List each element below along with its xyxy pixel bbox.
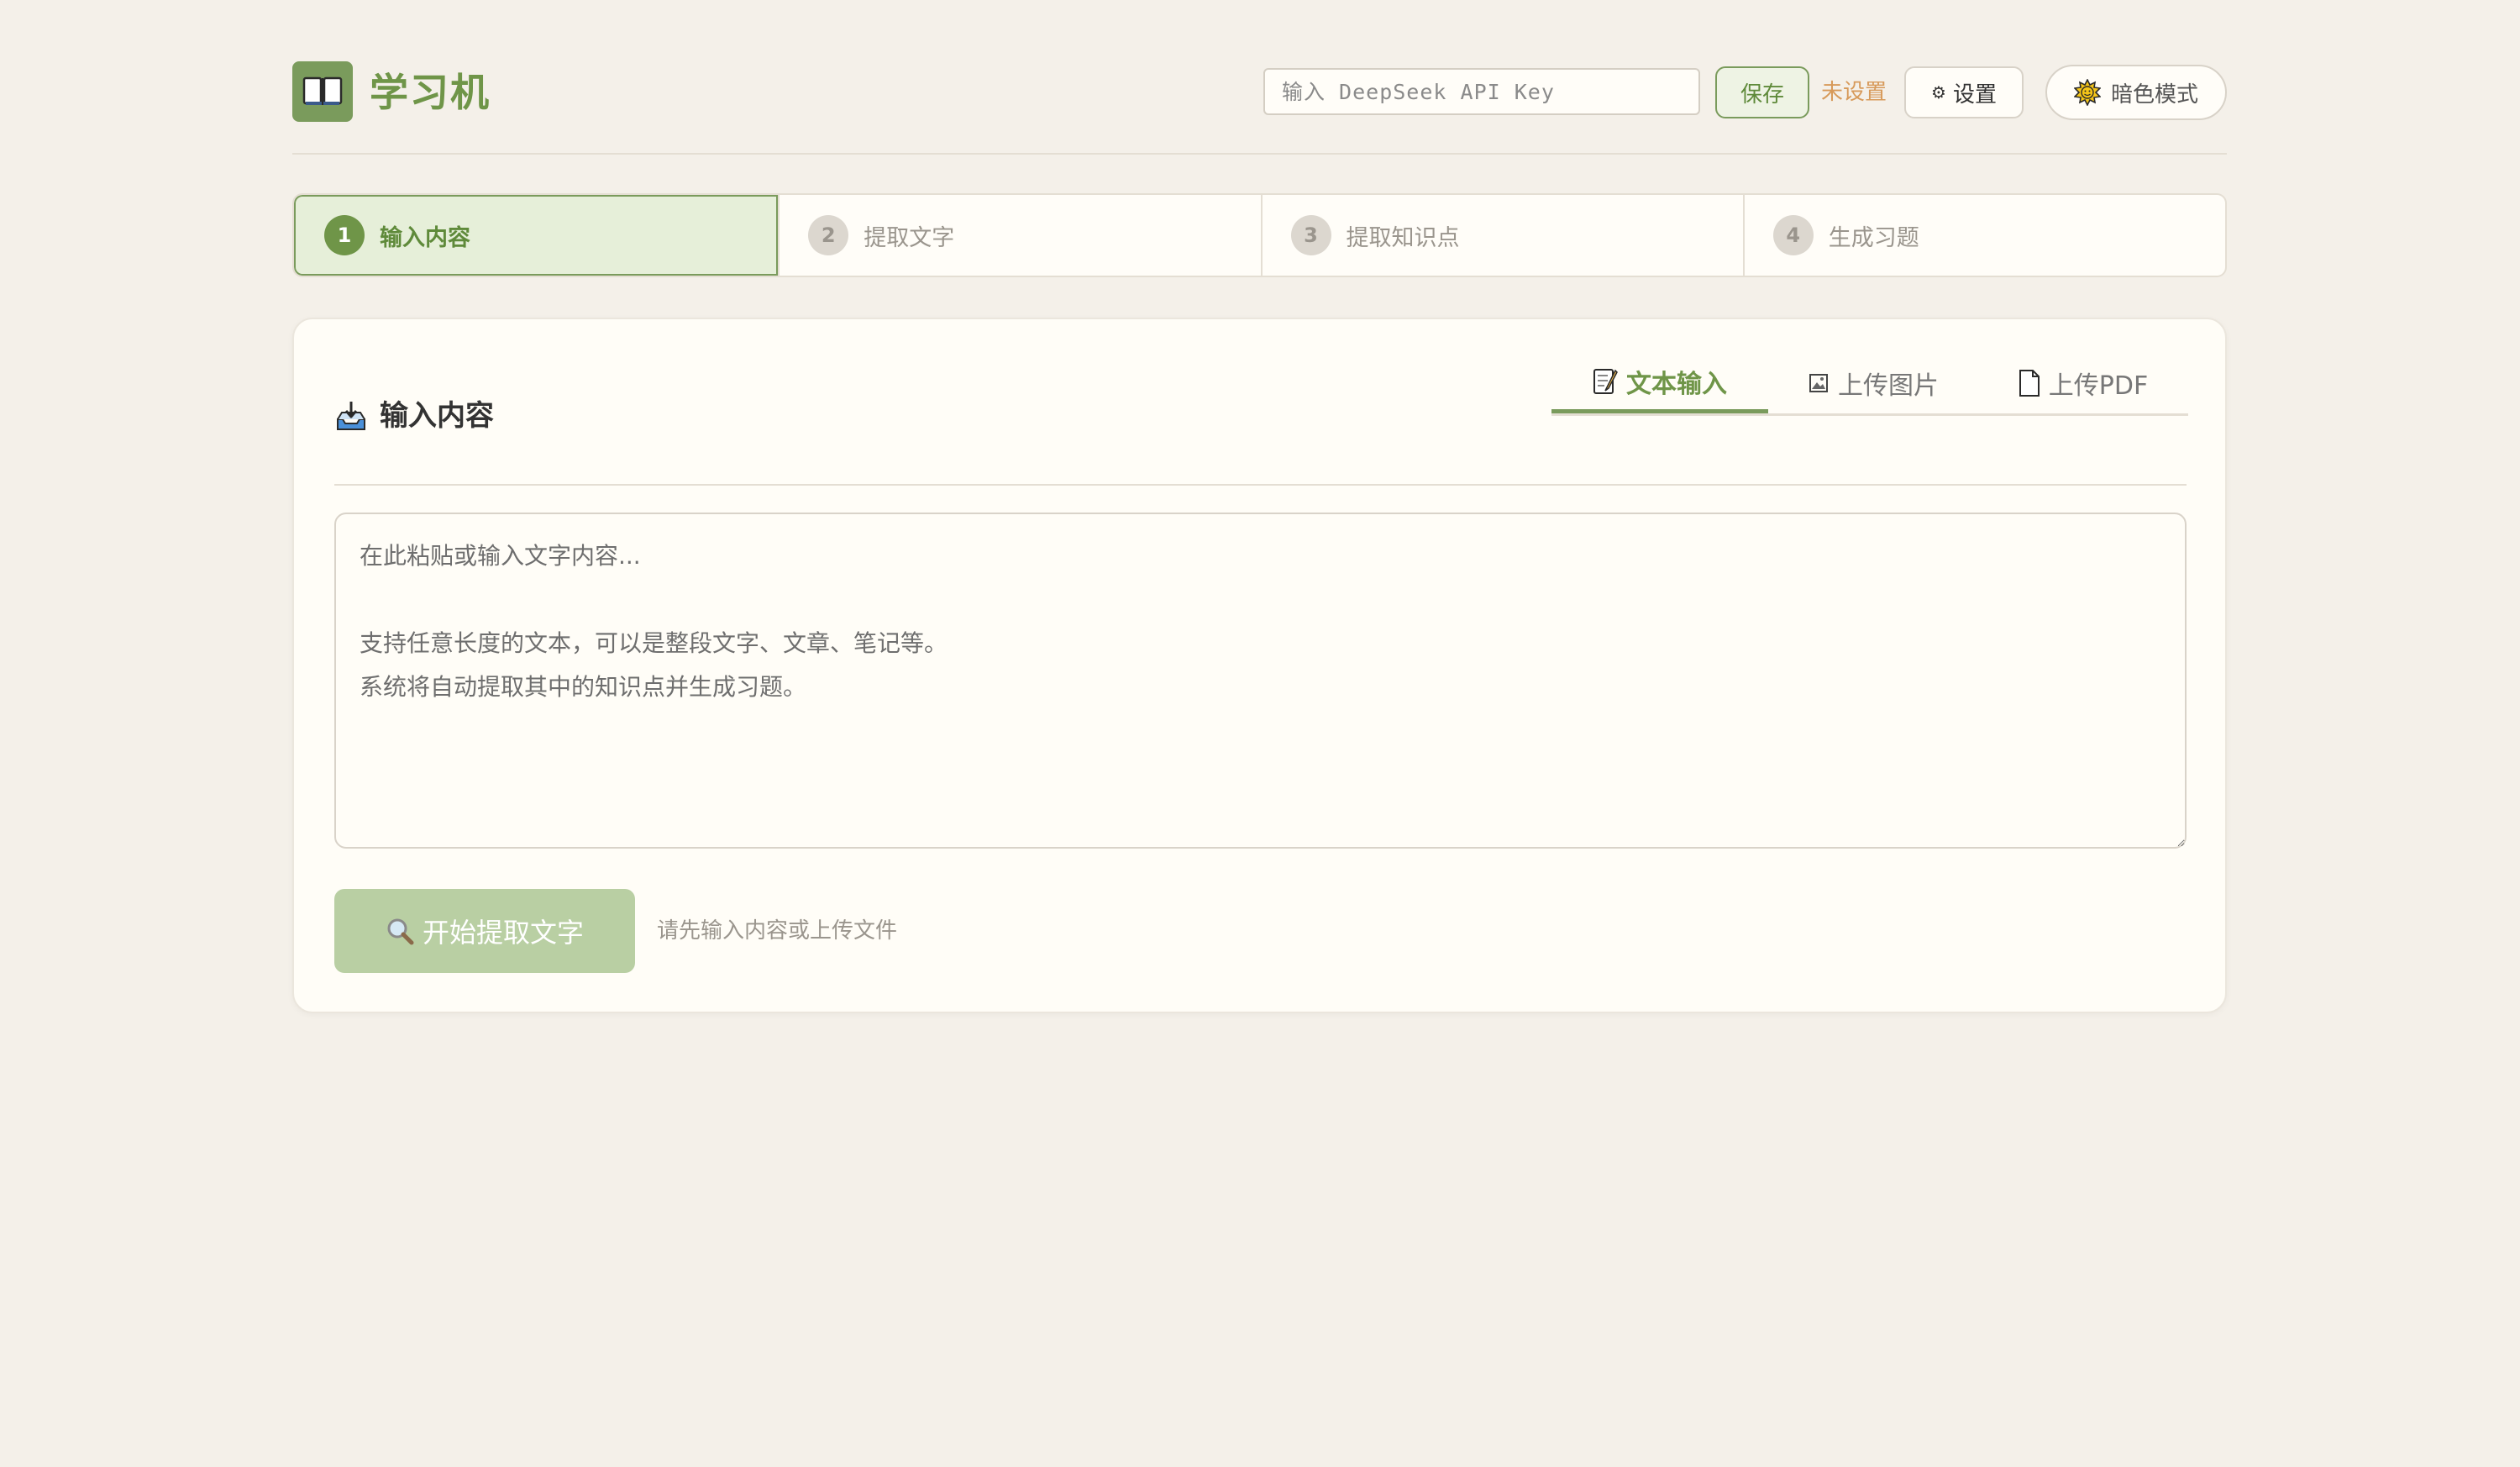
save-button[interactable]: 保存 [1715,66,1809,118]
input-card: 输入内容 文本输入 上传图片 上传PDF 在此粘贴或输入文字内容... 支持任意… [292,318,2227,1013]
logo [292,61,353,122]
document-icon [2019,370,2040,397]
tab-text-input[interactable]: 文本输入 [1551,353,1768,413]
api-key-input[interactable] [1263,68,1700,115]
tab-label: 上传PDF [2048,371,2149,401]
step-number: 2 [808,215,849,255]
magnifier-icon [387,918,414,945]
dark-mode-label: 暗色模式 [2110,82,2198,108]
step-number: 3 [1290,215,1331,255]
step-label: 生成习题 [1828,224,1919,251]
step-generate-exercises[interactable]: 4 生成习题 [1742,195,2225,276]
tab-upload-image[interactable]: 上传图片 [1768,353,1978,413]
content-textarea[interactable] [334,513,2187,849]
card-title-text: 输入内容 [380,399,494,433]
step-extract-text[interactable]: 2 提取文字 [778,195,1260,276]
hint-text: 请先输入内容或上传文件 [657,918,898,944]
sun-icon [2073,79,2101,106]
step-label: 提取知识点 [1346,224,1460,251]
divider [334,484,2187,486]
gear-icon: ⚙ [1931,82,1946,103]
step-label: 输入内容 [380,224,470,251]
step-input-content[interactable]: 1 输入内容 [294,195,779,276]
start-extract-button[interactable]: 开始提取文字 [334,889,635,973]
header: 学习机 保存 未设置 ⚙ 设置 暗色模式 [292,0,2227,155]
step-number: 4 [1772,215,1814,255]
app-title: 学习机 [370,70,491,115]
step-number: 1 [324,215,365,255]
tab-label: 文本输入 [1626,369,1727,399]
tab-upload-pdf[interactable]: 上传PDF [1978,353,2188,413]
card-title: 输入内容 [334,395,494,437]
start-button-label: 开始提取文字 [422,917,584,949]
progress-stepper: 1 输入内容 2 提取文字 3 提取知识点 4 生成习题 [292,193,2227,277]
step-extract-knowledge[interactable]: 3 提取知识点 [1260,195,1743,276]
input-mode-tabs: 文本输入 上传图片 上传PDF [1551,353,2188,416]
step-label: 提取文字 [864,224,955,251]
tab-label: 上传图片 [1838,371,1939,401]
settings-button[interactable]: ⚙ 设置 [1904,66,2024,118]
image-icon [1809,374,1828,392]
settings-label: 设置 [1952,82,1997,108]
inbox-tray-icon [337,402,365,430]
memo-icon [1593,368,1618,394]
open-book-icon [302,76,343,105]
api-status-text: 未设置 [1821,80,1887,105]
dark-mode-toggle[interactable]: 暗色模式 [2045,65,2227,120]
